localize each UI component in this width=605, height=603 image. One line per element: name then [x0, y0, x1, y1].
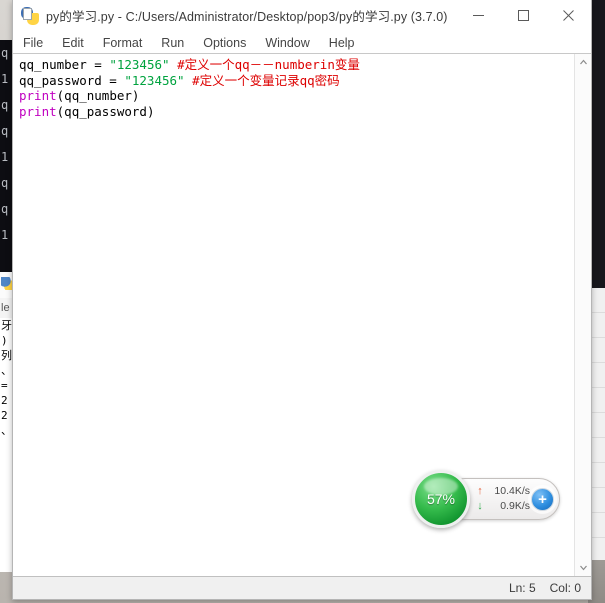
code-token-plain: (qq_password) [56, 103, 155, 119]
menu-item-file[interactable]: File [23, 36, 43, 50]
window-title: py的学习.py - C:/Users/Administrator/Deskto… [46, 10, 448, 24]
download-arrow-icon: ↓ [477, 500, 483, 512]
minimize-button[interactable] [456, 0, 501, 31]
minimize-icon [473, 15, 484, 16]
vertical-scrollbar[interactable] [574, 54, 591, 576]
status-line-indicator: Ln: 5 [508, 581, 536, 595]
chevron-down-icon [579, 565, 587, 571]
memory-usage-ball[interactable]: 57% [412, 470, 470, 528]
maximize-icon [518, 10, 529, 21]
close-button[interactable] [546, 0, 591, 31]
menu-item-help[interactable]: Help [329, 36, 355, 50]
code-token-string: "123456" [124, 72, 185, 88]
scroll-down-button[interactable] [575, 559, 592, 576]
code-token-string: "123456" [109, 57, 170, 72]
python-file-icon [21, 6, 39, 25]
status-column-indicator: Col: 0 [549, 581, 581, 595]
menu-item-edit[interactable]: Edit [62, 36, 84, 50]
network-speed-widget[interactable]: ↑ 10.4K/s ↓ 0.9K/s + 57% [412, 470, 560, 528]
upload-arrow-icon: ↑ [477, 485, 483, 497]
menu-item-options[interactable]: Options [203, 36, 246, 50]
menu-item-format[interactable]: Format [103, 36, 143, 50]
memory-usage-percent: 57% [426, 491, 456, 507]
code-line: qq_password = "123456" #定义一个变量记录qq密码 [19, 73, 574, 89]
code-token-plain: qq_number = [19, 57, 110, 72]
code-token-comment: #定义一个qq－－numberin变量 [177, 57, 360, 72]
menubar: File Edit Format Run Options Window Help [13, 32, 591, 54]
code-token-plain: (qq_number) [56, 88, 140, 103]
screen-root: q1qq1qq1 le 牙) 列、 = 2 2、 py的学习.py - C:/Users… [0, 0, 605, 603]
menu-item-run[interactable]: Run [161, 36, 184, 50]
code-token-comment: #定义一个变量记录qq密码 [192, 72, 340, 88]
scroll-up-button[interactable] [575, 54, 592, 71]
code-token-builtin: print [19, 103, 57, 119]
chevron-up-icon [579, 59, 587, 65]
statusbar: Ln: 5 Col: 0 [13, 576, 591, 599]
upload-speed: 10.4K/s [494, 485, 530, 497]
titlebar: py的学习.py - C:/Users/Administrator/Deskto… [13, 0, 591, 32]
code-line: print(qq_number) [19, 88, 574, 104]
upload-row: ↑ 10.4K/s [475, 484, 530, 499]
close-icon [563, 10, 574, 21]
code-line: qq_number = "123456" #定义一个qq－－numberin变量 [19, 57, 574, 73]
maximize-button[interactable] [501, 0, 546, 31]
code-token-builtin: print [19, 88, 57, 103]
network-rates: ↑ 10.4K/s ↓ 0.9K/s [475, 484, 530, 514]
menu-item-window[interactable]: Window [265, 36, 309, 50]
download-speed: 0.9K/s [500, 500, 530, 512]
download-row: ↓ 0.9K/s [475, 499, 530, 514]
code-token-plain: qq_password = [19, 72, 125, 88]
expand-widget-button[interactable]: + [531, 488, 554, 511]
code-line: print(qq_password) [19, 104, 574, 120]
window-controls [456, 0, 591, 31]
